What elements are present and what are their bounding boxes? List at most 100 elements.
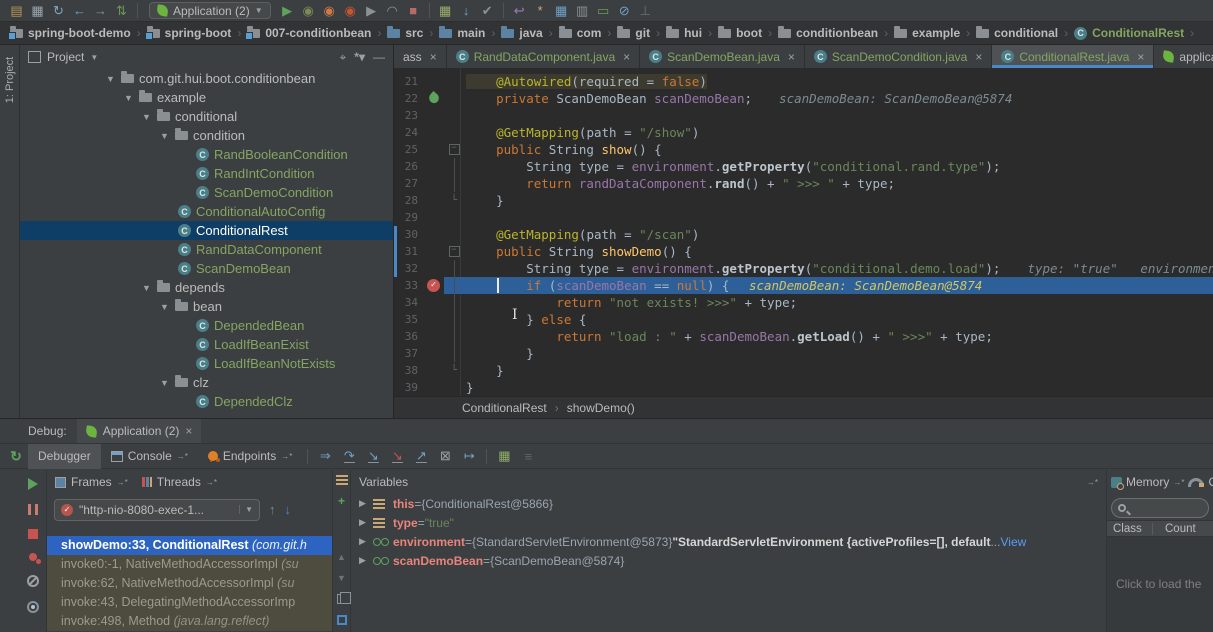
debug-tab-Console[interactable]: Console→* (101, 444, 198, 469)
rerun-icon[interactable]: ↻ (4, 448, 28, 465)
line-number[interactable]: 30 (394, 226, 424, 243)
tree-item-LoadIfBeanNotExists[interactable]: CLoadIfBeanNotExists (20, 354, 393, 373)
variable-row-scanDemoBean[interactable]: ▶scanDemoBean = {ScanDemoBean@5874} (351, 551, 1106, 570)
view-breakpoints-icon[interactable] (29, 553, 37, 561)
chevron-expanded-icon[interactable]: ▼ (159, 131, 170, 141)
breadcrumb-item-hui[interactable]: hui (666, 26, 702, 40)
spring-bean-gutter-icon[interactable] (427, 91, 441, 105)
thread-selector[interactable]: ✓ "http-nio-8080-exec-1... ▼ (54, 499, 260, 521)
sync-icon[interactable]: ↻ (48, 1, 69, 21)
fold-marker[interactable] (448, 345, 460, 362)
line-number[interactable]: 26 (394, 158, 424, 175)
step-over-icon[interactable]: ↷ (337, 448, 361, 464)
breadcrumb-item-boot[interactable]: boot (718, 26, 762, 40)
mute-breakpoints-icon[interactable] (27, 575, 39, 587)
block-icon[interactable]: ⊘ (614, 1, 635, 21)
hide-panel-icon[interactable]: — (373, 50, 385, 64)
breadcrumb-item-spring-boot-demo[interactable]: spring-boot-demo (10, 26, 131, 40)
run-configuration-select[interactable]: Application (2)▼ (149, 2, 271, 19)
breadcrumb-method[interactable]: showDemo() (567, 401, 635, 415)
step-into-icon[interactable]: ↘ (361, 448, 385, 464)
line-number[interactable]: 37 (394, 345, 424, 362)
line-number[interactable]: 39 (394, 379, 424, 396)
variable-row-this[interactable]: ▶this = {ConditionalRest@5866} (351, 494, 1106, 513)
gutter-icons[interactable] (424, 209, 444, 226)
variable-row-type[interactable]: ▶type = "true" (351, 513, 1106, 532)
save-icon[interactable]: ▦ (27, 1, 48, 21)
breadcrumb-item-git[interactable]: git (617, 26, 650, 40)
thread-dump-icon[interactable] (27, 601, 39, 613)
breadcrumb-class[interactable]: ConditionalRest (462, 401, 547, 415)
gear-icon[interactable]: *▾ (354, 50, 365, 64)
gutter-icons[interactable] (424, 311, 444, 328)
breadcrumb-item-spring-boot[interactable]: spring-boot (147, 26, 232, 40)
scroll-up-icon[interactable]: ▲ (337, 552, 346, 562)
fold-marker[interactable] (448, 277, 460, 294)
fold-marker[interactable] (448, 362, 460, 379)
next-frame-icon[interactable]: ↓ (285, 502, 292, 517)
tree-item-ScanDemoBean[interactable]: CScanDemoBean (20, 259, 393, 278)
memory-search-input[interactable] (1130, 501, 1190, 516)
breadcrumb-item-conditionbean[interactable]: conditionbean (778, 26, 878, 40)
drop-frame-icon[interactable]: ⊠ (433, 448, 457, 464)
run-to-cursor-icon[interactable]: ↦ (457, 448, 481, 464)
chevron-down-icon[interactable]: ▼ (90, 53, 98, 62)
line-number[interactable]: 38 (394, 362, 424, 379)
attach-icon[interactable]: ⊥ (635, 1, 656, 21)
view-link[interactable]: View (1000, 535, 1026, 549)
line-number[interactable]: 32 (394, 260, 424, 277)
tree-item-RandDataComponent[interactable]: CRandDataComponent (20, 240, 393, 259)
breakpoint-icon[interactable]: ✓ (427, 279, 440, 292)
memory-search[interactable] (1111, 498, 1209, 518)
memory-column-Count[interactable]: Count (1153, 523, 1196, 535)
frame-row[interactable]: invoke0:-1, NativeMethodAccessorImpl (su (47, 555, 332, 574)
line-number[interactable]: 34 (394, 294, 424, 311)
close-icon[interactable]: × (788, 50, 795, 64)
project-panel-title[interactable]: Project (47, 50, 84, 64)
layout-settings-icon[interactable]: ≡ (516, 449, 540, 464)
frames-tab-Frames[interactable]: Frames→* (55, 475, 128, 489)
chevron-collapsed-icon[interactable]: ▶ (359, 555, 373, 566)
close-icon[interactable]: × (430, 50, 437, 64)
stop-icon[interactable]: ■ (403, 1, 424, 21)
chevron-down-icon[interactable]: ▼ (255, 6, 263, 15)
chevron-expanded-icon[interactable]: ▼ (159, 378, 170, 388)
gutter-icons[interactable] (424, 73, 444, 90)
tree-item-ConditionalAutoConfig[interactable]: CConditionalAutoConfig (20, 202, 393, 221)
chevron-collapsed-icon[interactable]: ▶ (359, 536, 373, 547)
step-out-icon[interactable]: ↗ (409, 448, 433, 464)
debug-icon[interactable]: ◉ (298, 1, 319, 21)
evaluate-expression-icon[interactable]: ▦ (492, 448, 516, 464)
chevron-expanded-icon[interactable]: ▼ (141, 283, 152, 293)
memory-title[interactable]: Memory (1126, 475, 1169, 489)
settings-wrench-icon[interactable]: * (530, 1, 551, 21)
tree-item-ConditionalRest[interactable]: CConditionalRest (20, 221, 393, 240)
close-icon[interactable]: × (623, 50, 630, 64)
gutter-icons[interactable] (424, 107, 444, 124)
open-icon[interactable]: ▤ (6, 1, 27, 21)
close-icon[interactable]: × (975, 50, 982, 64)
add-watch-icon[interactable]: + (338, 496, 345, 506)
resume-icon[interactable] (28, 478, 38, 490)
gutter-icons[interactable] (424, 243, 444, 260)
tree-item-example[interactable]: ▼example (20, 88, 393, 107)
editor-tab-ConditionalRest.java[interactable]: CConditionalRest.java× (992, 45, 1154, 68)
line-number[interactable]: 23 (394, 107, 424, 124)
monitor-icon[interactable]: ▭ (593, 1, 614, 21)
chevron-expanded-icon[interactable]: ▼ (105, 74, 116, 84)
debug-session-tab[interactable]: Application (2) × (77, 419, 202, 443)
gutter-icons[interactable] (424, 175, 444, 192)
gutter-icons[interactable] (424, 124, 444, 141)
debug-tab-Debugger[interactable]: Debugger (28, 444, 101, 469)
code-editor[interactable]: 21 @Autowired(required = false)22 privat… (394, 68, 1213, 396)
line-number[interactable]: 36 (394, 328, 424, 345)
scroll-down-icon[interactable]: ▼ (337, 573, 346, 583)
tree-item-RandBooleanCondition[interactable]: CRandBooleanCondition (20, 145, 393, 164)
editor-tab-application.prop[interactable]: application.prop (1154, 45, 1213, 68)
gutter-icons[interactable] (424, 158, 444, 175)
memory-body[interactable]: Click to load the (1107, 537, 1213, 632)
fold-marker[interactable] (448, 175, 460, 192)
debug-tab-Endpoints[interactable]: Endpoints→* (198, 444, 303, 469)
line-number[interactable]: 21 (394, 73, 424, 90)
fold-marker[interactable] (448, 158, 460, 175)
